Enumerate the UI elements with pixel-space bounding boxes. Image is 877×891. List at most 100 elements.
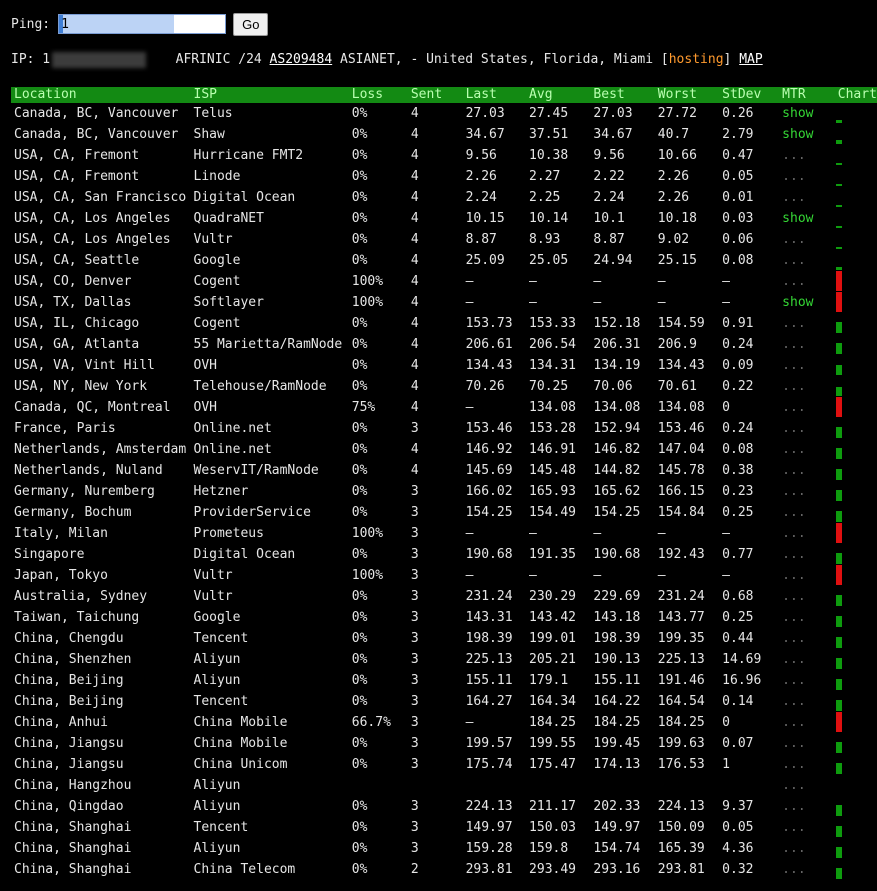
table-row: China, Shanghai Tencent 0% 3 149.97 150.03 149… (11, 817, 877, 838)
table-row: Taiwan, Taichung Google 0% 3 143.31 143.42 143… (11, 607, 877, 628)
mtr-placeholder: ... (782, 148, 806, 163)
cell-isp: Prometeus (193, 526, 264, 541)
chart-cell (835, 229, 877, 250)
cell-loss: 0% (351, 862, 368, 877)
cell-best: 143.18 (593, 610, 641, 625)
cell-loss: 0% (351, 211, 368, 226)
cell-last: 2.24 (465, 190, 497, 205)
cell-worst: 134.08 (657, 400, 705, 415)
table-row: USA, CA, Los Angeles QuadraNET 0% 4 10.15 10.… (11, 208, 877, 229)
cell-isp: Aliyun (193, 673, 241, 688)
mtr-placeholder: ... (782, 316, 806, 331)
cell-location: Japan, Tokyo (14, 568, 108, 583)
go-button[interactable]: Go (233, 12, 269, 36)
cell-stdev: 16.96 (722, 673, 762, 688)
cell-last: 145.69 (465, 463, 513, 478)
cell-worst: 134.43 (657, 358, 705, 373)
loss-bar (835, 397, 842, 417)
mtr-placeholder: ... (782, 778, 806, 793)
cell-location: France, Paris (14, 421, 116, 436)
cell-isp: Cogent (193, 274, 241, 289)
cell-last: – (465, 526, 474, 541)
cell-isp: Telehouse/RamNode (193, 379, 327, 394)
cell-worst: – (657, 568, 666, 583)
cell-last: 190.68 (465, 547, 513, 562)
cell-best: 165.62 (593, 484, 641, 499)
table-body: Canada, BC, Vancouver Telus 0% 4 27.03 27.45 2… (11, 103, 877, 880)
cell-location: Italy, Milan (14, 526, 108, 541)
cell-last: 9.56 (465, 148, 497, 163)
cell-best: 70.06 (593, 379, 633, 394)
cell-stdev: 0.08 (722, 442, 754, 457)
cell-loss: 0% (351, 610, 368, 625)
cell-stdev: 0.03 (722, 211, 754, 226)
mtr-show-link[interactable]: show (779, 124, 835, 145)
column-header-sent: Sent (410, 87, 443, 102)
map-link[interactable]: MAP (739, 52, 762, 67)
cell-sent: 4 (410, 211, 419, 226)
cell-worst: 150.09 (657, 820, 705, 835)
chart-cell (835, 817, 877, 838)
table-row: France, Paris Online.net 0% 3 153.46 153.28 15… (11, 418, 877, 439)
cell-stdev: 9.37 (722, 799, 754, 814)
latency-bar (835, 658, 842, 669)
cell-loss: 0% (351, 127, 368, 142)
chart-cell (835, 103, 877, 124)
cell-best: 152.94 (593, 421, 641, 436)
mtr-show-link[interactable]: show (779, 292, 835, 313)
cell-best: 184.25 (593, 715, 641, 730)
column-header-worst: Worst (657, 87, 697, 102)
chart-cell (835, 670, 877, 691)
cell-stdev: – (722, 274, 730, 289)
cell-sent: 4 (410, 274, 419, 289)
cell-worst: 27.72 (657, 106, 697, 121)
chart-cell (835, 691, 877, 712)
column-header-chart: Chart (837, 87, 877, 102)
chart-cell (835, 565, 877, 586)
cell-sent: 3 (410, 757, 419, 772)
cell-best: 154.74 (593, 841, 641, 856)
latency-bar (835, 205, 842, 207)
cell-stdev: 0 (722, 715, 730, 730)
cell-sent: 4 (410, 463, 419, 478)
cell-avg: 145.48 (529, 463, 577, 478)
cell-avg: 230.29 (529, 589, 577, 604)
mtr-show-link[interactable]: show (779, 208, 835, 229)
chart-cell (835, 271, 877, 292)
mtr-placeholder: ... (782, 652, 806, 667)
chart-cell (835, 544, 877, 565)
cell-best: – (593, 274, 602, 289)
cell-last: 164.27 (465, 694, 513, 709)
cell-isp: Digital Ocean (193, 190, 296, 205)
mtr-show-link[interactable]: show (779, 103, 835, 124)
asn-link[interactable]: AS209484 (270, 52, 333, 67)
mtr-placeholder: ... (782, 736, 806, 751)
cell-worst: 40.7 (657, 127, 690, 142)
table-row: Germany, Nuremberg Hetzner 0% 3 166.02 165.93… (11, 481, 877, 502)
cell-location: USA, CA, San Francisco (14, 190, 187, 205)
cell-sent: 3 (410, 841, 419, 856)
cell-worst: 25.15 (657, 253, 697, 268)
latency-bar (835, 247, 842, 249)
ping-results-table: Location ISP Loss Sent Last Avg Best Worst StDev… (11, 87, 877, 880)
chart-cell (835, 649, 877, 670)
mtr-placeholder: ... (782, 169, 806, 184)
cell-stdev: 1 (722, 757, 730, 772)
cell-last: 199.57 (465, 736, 513, 751)
cell-sent: 3 (410, 610, 419, 625)
cell-loss: 66.7% (351, 715, 391, 730)
cell-stdev: – (722, 526, 730, 541)
latency-bar (835, 365, 842, 375)
cell-isp: Vultr (193, 232, 233, 247)
mtr-placeholder: ... (782, 631, 806, 646)
cell-worst: 143.77 (657, 610, 705, 625)
latency-bar (835, 387, 842, 396)
cell-best: 164.22 (593, 694, 641, 709)
ping-input[interactable] (58, 14, 227, 34)
cell-stdev: 0.24 (722, 337, 754, 352)
cell-avg: 191.35 (529, 547, 577, 562)
hosting-link[interactable]: hosting (669, 52, 724, 67)
chart-cell (835, 754, 877, 775)
cell-location: USA, NY, New York (14, 379, 148, 394)
cell-location: Germany, Nuremberg (14, 484, 155, 499)
